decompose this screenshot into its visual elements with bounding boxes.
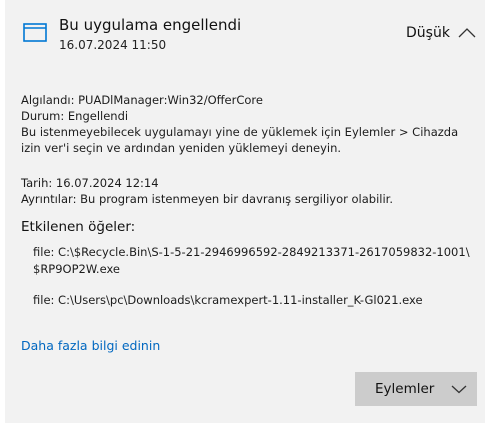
threat-notification-card: Bu uygulama engellendi 16.07.2024 11:50 …	[5, 0, 485, 423]
notification-timestamp: 16.07.2024 11:50	[59, 38, 167, 52]
chevron-up-icon[interactable]	[457, 26, 477, 40]
actions-button[interactable]: Eylemler	[355, 372, 477, 406]
detection-date: Tarih: 16.07.2024 12:14	[21, 176, 159, 190]
notification-title: Bu uygulama engellendi	[59, 16, 242, 34]
app-window-icon	[23, 23, 47, 42]
threat-description: Ayrıntılar: Bu program istenmeyen bir da…	[21, 192, 393, 206]
instruction-text: Bu istenmeyebilecek uygulamayı yine de y…	[21, 125, 459, 155]
affected-file: file: C:\Users\pc\Downloads\kcramexpert-…	[33, 293, 423, 307]
detected-threat: Algılandı: PUADlManager:Win32/OfferCore	[21, 93, 263, 107]
threat-status: Durum: Engellendi	[21, 109, 129, 123]
affected-items-heading: Etkilenen öğeler:	[21, 219, 136, 235]
actions-button-label: Eylemler	[375, 381, 435, 397]
learn-more-link[interactable]: Daha fazla bilgi edinin	[21, 338, 160, 353]
affected-file: file: C:\$Recycle.Bin\S-1-5-21-294699659…	[33, 245, 470, 276]
chevron-down-icon	[451, 385, 467, 394]
notification-header[interactable]: Bu uygulama engellendi 16.07.2024 11:50 …	[5, 0, 485, 64]
severity-level: Düşük	[406, 25, 450, 41]
